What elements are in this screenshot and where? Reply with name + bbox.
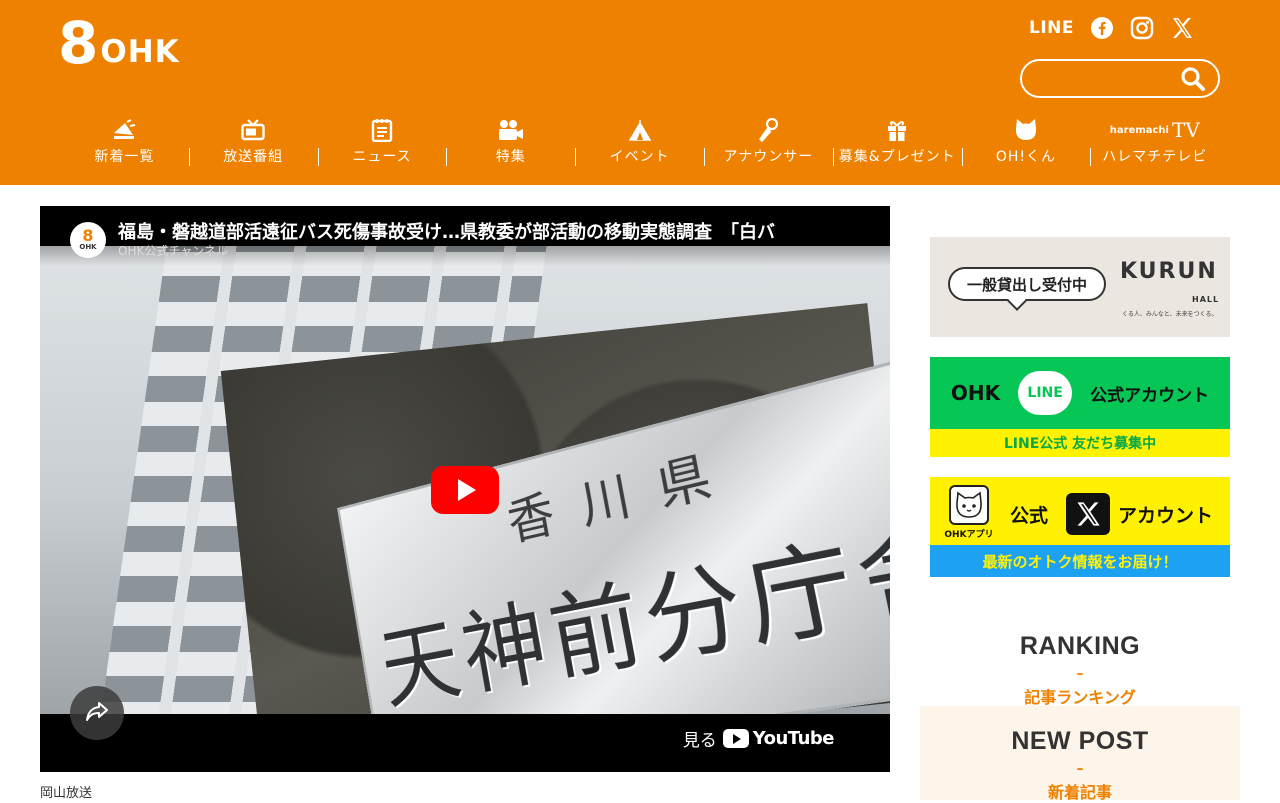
ohk-app-badge: OHKアプリ xyxy=(938,485,1000,543)
video-title[interactable]: 福島・磐越道部活遠征バス死傷事故受け…県教委が部活動の移動実態調査 「白バ xyxy=(118,218,858,244)
gift-icon xyxy=(886,118,908,142)
kurun-tagline: くる人、みんなと、未来をつくる。 xyxy=(1122,311,1218,318)
nav-label: 放送番組 xyxy=(223,149,284,165)
kurun-bubble: 一般貸出し受付中 xyxy=(948,267,1106,301)
nav-label: ハレマチテレビ xyxy=(1102,149,1208,165)
new-post-title: NEW POST xyxy=(1011,727,1149,755)
nav-item-announcers[interactable]: アナウンサー xyxy=(703,118,833,170)
brand-small: haremachi xyxy=(1109,124,1169,136)
tv-icon xyxy=(241,118,265,142)
kurun-logo: KURUN xyxy=(1120,259,1218,284)
avatar-text: OHK xyxy=(79,242,97,251)
tent-icon xyxy=(628,118,652,142)
line-strip: LINE公式 友だち募集中 xyxy=(930,429,1230,457)
new-post-subtitle: 新着記事 xyxy=(1047,783,1112,802)
line-ohk: OHK xyxy=(950,381,1001,405)
new-post-dash: – xyxy=(1076,761,1084,777)
kurun-hall-banner[interactable]: 一般貸出し受付中 KURUN HALL くる人、みんなと、未来をつくる。 xyxy=(930,237,1230,337)
search-box xyxy=(1020,59,1220,98)
megaphone-icon xyxy=(111,118,137,142)
avatar-number: 8 xyxy=(82,225,94,245)
nav-item-new[interactable]: 新着一覧 xyxy=(60,118,189,170)
x-icon[interactable] xyxy=(1170,16,1194,40)
ranking-subtitle: 記事ランキング xyxy=(1024,688,1136,707)
watch-on-label: 見る xyxy=(682,731,717,751)
video-channel[interactable]: OHK公式チャンネル xyxy=(118,242,228,259)
x-official: 公式 xyxy=(1010,505,1049,527)
channel-avatar[interactable]: 8 OHK xyxy=(70,222,106,258)
nav-label: イベント xyxy=(609,149,670,165)
instagram-icon[interactable] xyxy=(1130,16,1154,40)
camera-icon xyxy=(497,118,525,142)
nav-item-presents[interactable]: 募集&プレゼント xyxy=(832,118,962,170)
ranking-dash: – xyxy=(1076,666,1084,682)
kurun-hall: HALL xyxy=(1192,295,1220,304)
logo-number: 8 xyxy=(58,9,98,77)
line-account-banner[interactable]: OHK LINE 公式アカウント LINE公式 友だち募集中 xyxy=(930,357,1230,457)
mascot-icon xyxy=(1013,118,1039,142)
search-input[interactable] xyxy=(1034,67,1184,91)
main-nav: 新着一覧 放送番組 ニュース 特集 イベント アナウンサー 募集&プレゼント O… xyxy=(60,118,1220,170)
microphone-icon xyxy=(757,118,779,142)
line-icon-text: LINE xyxy=(1027,385,1063,401)
nav-label: 新着一覧 xyxy=(94,149,155,165)
nav-label: ニュース xyxy=(352,149,412,165)
line-row: OHK LINE 公式アカウント xyxy=(930,357,1230,429)
nav-item-ohkun[interactable]: OH!くん xyxy=(961,118,1091,170)
line-link[interactable]: LINE xyxy=(1029,18,1074,38)
nav-item-features[interactable]: 特集 xyxy=(446,118,575,170)
nav-label: 募集&プレゼント xyxy=(838,149,956,165)
ranking-title: RANKING xyxy=(1019,632,1141,660)
app-label: OHKアプリ xyxy=(944,530,994,540)
nav-item-events[interactable]: イベント xyxy=(575,118,704,170)
nav-item-news[interactable]: ニュース xyxy=(317,118,447,170)
x-account-banner[interactable]: OHKアプリ 公式 アカウント 最新のオトク情報をお届け！ xyxy=(930,477,1230,577)
x-logo-icon xyxy=(1066,493,1110,535)
share-icon xyxy=(85,700,109,726)
brand-tv: TV xyxy=(1171,118,1200,142)
nav-label: アナウンサー xyxy=(723,149,814,165)
x-account: アカウント xyxy=(1118,505,1214,527)
search-icon[interactable] xyxy=(1180,66,1206,96)
line-official: 公式アカウント xyxy=(1090,385,1210,406)
play-icon xyxy=(458,479,476,501)
play-button[interactable] xyxy=(431,466,499,514)
ohkun-face-icon xyxy=(949,485,989,525)
video-caption: 岡山放送 xyxy=(40,786,93,801)
site-header: 8 OHK LINE 新着一覧 放送番組 ニュース 特集 イベント アナウンサー… xyxy=(0,0,1280,185)
youtube-icon xyxy=(722,729,749,748)
nav-label: 特集 xyxy=(495,149,526,165)
haremachi-tv-logo: haremachi TV xyxy=(1110,118,1200,142)
social-links: LINE xyxy=(1029,16,1194,40)
youtube-embed[interactable]: 香川県 天神前分庁舎 8 OHK 福島・磐越道部活遠征バス死傷事故受け…県教委が… xyxy=(40,206,890,772)
nav-item-haremachi[interactable]: haremachi TV ハレマチテレビ xyxy=(1090,118,1219,170)
watch-on-youtube[interactable]: 見る YouTube xyxy=(682,726,835,751)
facebook-icon[interactable] xyxy=(1090,16,1114,40)
youtube-logo: YouTube xyxy=(722,728,835,749)
youtube-wordmark: YouTube xyxy=(752,728,835,749)
share-button[interactable] xyxy=(70,686,124,740)
logo-text: OHK xyxy=(100,34,180,70)
nav-item-programs[interactable]: 放送番組 xyxy=(188,118,318,170)
x-strip: 最新のオトク情報をお届け！ xyxy=(930,545,1230,577)
ohk-logo[interactable]: 8 OHK xyxy=(58,14,180,72)
nav-label: OH!くん xyxy=(995,149,1057,165)
notepad-icon xyxy=(371,118,393,142)
line-icon: LINE xyxy=(1018,371,1073,415)
